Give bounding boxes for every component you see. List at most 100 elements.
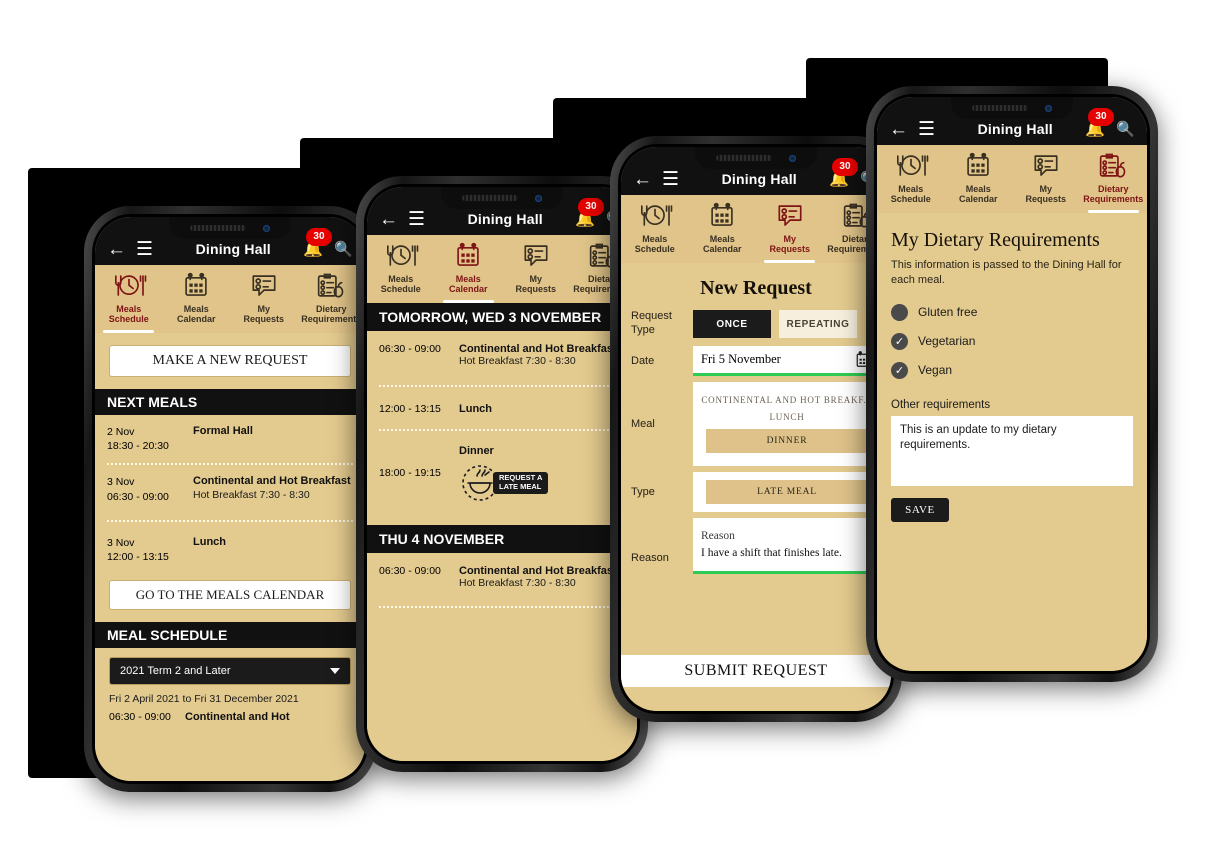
search-icon[interactable]: 🔍 xyxy=(1116,122,1135,137)
reason-field: Reason Reason I have a shift that finish… xyxy=(621,518,891,582)
list-item[interactable]: 2 Nov 18:30 - 20:30 Formal Hall xyxy=(95,415,365,459)
meal-option[interactable]: CONTINENTAL AND HOT BREAKF... xyxy=(701,395,872,405)
tab-label-line1: Dietary xyxy=(315,304,347,314)
main-tab-bar: Meals Schedule Meals Calendar My Request… xyxy=(367,235,637,303)
tab-my-requests[interactable]: My Requests xyxy=(756,195,824,263)
back-arrow-icon[interactable]: ← xyxy=(889,120,908,139)
list-item[interactable]: 06:30 - 09:00 Continental and Hot Breakf… xyxy=(367,553,637,597)
checkbox-label: Gluten free xyxy=(918,305,978,320)
checkbox-icon[interactable] xyxy=(891,303,908,321)
phone-meals-calendar: ← ☰ Dining Hall 🔔 30 🔍 xyxy=(356,176,648,772)
main-tab-bar: Meals Schedule Meals Calendar My Request… xyxy=(95,265,365,333)
meal-sub: Hot Breakfast 7:30 - 8:30 xyxy=(459,576,576,589)
checkbox-label: Vegetarian xyxy=(918,334,976,349)
go-to-meals-calendar-button[interactable]: GO TO THE MEALS CALENDAR xyxy=(109,580,351,611)
list-item[interactable]: 3 Nov 12:00 - 13:15 Lunch xyxy=(95,526,365,570)
notch xyxy=(951,97,1073,119)
reason-input[interactable]: Reason I have a shift that finishes late… xyxy=(693,518,881,574)
type-option-selected[interactable]: LATE MEAL xyxy=(706,480,868,504)
hamburger-menu-icon[interactable]: ☰ xyxy=(408,210,425,229)
hamburger-menu-icon[interactable]: ☰ xyxy=(662,170,679,189)
speech-checklist-icon xyxy=(778,205,802,226)
checkbox-vegan[interactable]: ✓ Vegan xyxy=(891,356,1133,385)
back-arrow-icon[interactable]: ← xyxy=(107,240,126,259)
late-meal-line2: LATE MEAL xyxy=(499,481,542,491)
tab-my-requests[interactable]: My Requests xyxy=(230,265,298,333)
checkbox-checked-icon[interactable]: ✓ xyxy=(891,361,908,379)
tab-label-line1: Meals xyxy=(388,274,414,284)
request-late-meal-control[interactable]: REQUEST A LATE MEAL xyxy=(459,463,625,503)
day-header: TOMORROW, WED 3 NOVEMBER xyxy=(367,303,637,331)
earpiece-speaker xyxy=(461,195,519,201)
tab-label-line2: Schedule xyxy=(634,244,675,255)
notifications-bell-icon[interactable]: 🔔 30 xyxy=(303,228,332,259)
calendar-icon xyxy=(967,152,989,176)
tab-meals-schedule[interactable]: Meals Schedule xyxy=(367,235,435,303)
meal-name: Formal Hall xyxy=(193,425,253,437)
tab-label-line2: Schedule xyxy=(108,314,149,325)
tab-my-requests[interactable]: My Requests xyxy=(502,235,570,303)
notifications-bell-icon[interactable]: 🔔 30 xyxy=(575,198,604,229)
notifications-bell-icon[interactable]: 🔔 30 xyxy=(829,158,858,189)
make-new-request-button[interactable]: MAKE A NEW REQUEST xyxy=(109,345,351,377)
active-tab-underline xyxy=(1087,210,1139,213)
tab-label-line2: Requirements xyxy=(301,314,362,325)
meal-datetime: 3 Nov 12:00 - 13:15 xyxy=(107,536,169,563)
search-icon[interactable]: 🔍 xyxy=(334,242,353,257)
back-arrow-icon[interactable]: ← xyxy=(379,210,398,229)
back-arrow-icon[interactable]: ← xyxy=(633,170,652,189)
tab-my-requests[interactable]: My Requests xyxy=(1012,145,1080,213)
list-item[interactable]: 3 Nov 06:30 - 09:00 Continental and Hot B… xyxy=(95,469,365,509)
list-item[interactable]: 12:00 - 13:15 Lunch xyxy=(367,397,637,421)
checkbox-gluten-free[interactable]: Gluten free xyxy=(891,298,1133,327)
checkbox-label: Vegan xyxy=(918,363,953,378)
tab-dietary-requirements[interactable]: Dietary Requirements xyxy=(298,265,366,333)
schedule-term-select[interactable]: 2021 Term 2 and Later xyxy=(109,657,351,686)
date-field: Date Fri 5 November xyxy=(621,346,891,382)
request-type-label: Request xyxy=(631,310,672,323)
tab-meals-schedule[interactable]: Meals Schedule xyxy=(621,195,689,263)
phone-dietary-requirements: ← ☰ Dining Hall 🔔 30 🔍 Meals Schedule Me… xyxy=(866,86,1158,682)
notification-badge: 30 xyxy=(306,228,332,246)
meal-datetime: 2 Nov 18:30 - 20:30 xyxy=(107,426,169,453)
meal-sub: Hot Breakfast 7:30 - 8:30 xyxy=(459,355,576,367)
checkbox-checked-icon[interactable]: ✓ xyxy=(891,332,908,350)
request-type-repeating-button[interactable]: REPEATING xyxy=(779,310,857,338)
schedule-term-value: 2021 Term 2 and Later xyxy=(120,665,231,678)
meal-name: Lunch xyxy=(193,535,226,548)
hamburger-menu-icon[interactable]: ☰ xyxy=(918,120,935,139)
front-camera xyxy=(789,154,797,162)
clipboard-apple-icon xyxy=(1100,153,1126,178)
meal-option-group[interactable]: CONTINENTAL AND HOT BREAKF... LUNCH DINN… xyxy=(693,382,881,466)
tab-meals-calendar[interactable]: Meals Calendar xyxy=(435,235,503,303)
hamburger-menu-icon[interactable]: ☰ xyxy=(136,240,153,259)
notification-badge: 30 xyxy=(578,198,604,216)
meal-option[interactable]: LUNCH xyxy=(770,412,805,422)
tab-meals-calendar[interactable]: Meals Calendar xyxy=(689,195,757,263)
clock-cutlery-icon xyxy=(640,205,673,226)
request-type-once-button[interactable]: ONCE xyxy=(693,310,771,338)
submit-request-button[interactable]: SUBMIT REQUEST xyxy=(621,655,891,687)
divider xyxy=(107,519,353,522)
tab-label-line1: Meals xyxy=(965,184,991,194)
meal-name: Dinner xyxy=(459,444,494,457)
list-item[interactable]: 18:00 - 19:15 Dinner REQUEST A LATE MEAL xyxy=(367,439,637,509)
tab-meals-schedule[interactable]: Meals Schedule xyxy=(877,145,945,213)
save-button[interactable]: SAVE xyxy=(891,497,949,522)
tab-meals-calendar[interactable]: Meals Calendar xyxy=(945,145,1013,213)
day-header: THU 4 NOVEMBER xyxy=(367,524,637,553)
checkbox-vegetarian[interactable]: ✓ Vegetarian xyxy=(891,327,1133,356)
request-late-meal-pill[interactable]: REQUEST A LATE MEAL xyxy=(493,471,549,494)
date-input[interactable]: Fri 5 November xyxy=(693,346,881,376)
main-tab-bar: Meals Schedule Meals Calendar My Request… xyxy=(621,195,891,263)
notifications-bell-icon[interactable]: 🔔 30 xyxy=(1085,108,1114,139)
tab-dietary-requirements[interactable]: Dietary Requirements xyxy=(1080,145,1148,213)
meal-option-selected[interactable]: DINNER xyxy=(706,429,868,453)
tab-meals-calendar[interactable]: Meals Calendar xyxy=(163,265,231,333)
list-item[interactable]: 06:30 - 09:00 Continental and Hot Breakf… xyxy=(367,331,637,375)
tab-label-line2: Requests xyxy=(515,284,556,295)
other-requirements-textarea[interactable]: This is an update to my dietary requirem… xyxy=(891,415,1133,486)
tab-meals-schedule[interactable]: Meals Schedule xyxy=(95,265,163,333)
type-option-group[interactable]: LATE MEAL xyxy=(693,472,881,512)
calendar-icon xyxy=(185,272,207,296)
